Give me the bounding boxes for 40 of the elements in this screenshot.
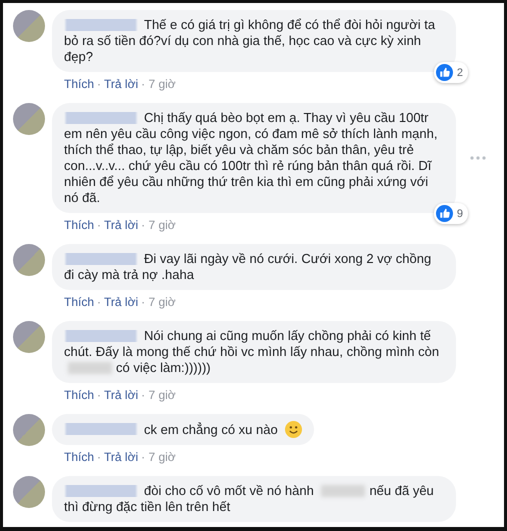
- comment-text: Nói chung ai cũng muốn lấy chồng phải có kinh tế chút. Đấy là mong thế chứ hồi vc mình lấy nhau, chồng mình còn có việc làm:)))))): [64, 328, 440, 376]
- comment-action-link[interactable]: Trả lời: [104, 388, 138, 403]
- comment-meta: ·: [97, 295, 102, 310]
- reaction-badge[interactable]: 2: [434, 62, 468, 83]
- comment-meta: ·: [97, 77, 102, 92]
- avatar-placeholder: [13, 414, 45, 446]
- comment-text: đòi cho cố vô mốt về nó hành nếu đã yêu thì đừng đặc tiền lên trên hết: [64, 483, 435, 515]
- comment-action-link[interactable]: Thích: [64, 295, 94, 310]
- comment-action-link[interactable]: Thích: [64, 450, 94, 465]
- comment-meta: · 7 giờ: [141, 77, 176, 92]
- comment-action-link[interactable]: Trả lời: [104, 218, 138, 233]
- comment-text: ck em chẳng có xu nào: [64, 421, 302, 438]
- comment-action-link[interactable]: Trả lời: [104, 450, 138, 465]
- reaction-count: 2: [456, 66, 463, 80]
- comment-meta: · 7 giờ: [141, 450, 176, 465]
- comment-meta: · 7 giờ: [141, 218, 176, 233]
- comment-action-link[interactable]: Trả lời: [104, 77, 138, 92]
- avatar-placeholder: [13, 10, 45, 42]
- comment-text: Đi vay lãi ngày về nó cưới. Cưới xong 2 vợ chồng đi cày mà trả nợ .haha: [64, 251, 432, 283]
- reaction-badge[interactable]: 9: [434, 203, 468, 224]
- comment-meta: ·: [97, 218, 102, 233]
- comment-meta: · 7 giờ: [141, 295, 176, 310]
- like-icon: [436, 205, 453, 222]
- reaction-count: 9: [456, 206, 463, 222]
- like-icon: [436, 64, 453, 81]
- more-options-icon[interactable]: [470, 156, 486, 160]
- comment-meta: ·: [97, 388, 102, 403]
- avatar-placeholder: [13, 244, 45, 276]
- comment-action-link[interactable]: Thích: [64, 388, 94, 403]
- comment-text: Chị thấy quá bèo bọt em ạ. Thay vì yêu cầu 100tr em nên yêu cầu công việc ngon, có đam mê sở thích lành mạnh, thích thể thao, tự lập, biết yêu và chăm sóc bản thân, yêu trẻ con...v..v... chứ yêu cầu có 100tr thì rẻ rúng bản thân quá rồi. Dĩ nhiên để yêu cầu những thứ trên kia thì em cũng phải xứng với nó đã.: [64, 110, 438, 206]
- smiley-icon: [285, 421, 302, 438]
- comment-action-link[interactable]: Thích: [64, 77, 94, 92]
- avatar-placeholder: [13, 103, 45, 135]
- comment-action-link[interactable]: Trả lời: [104, 295, 138, 310]
- comment-action-link[interactable]: Thích: [64, 218, 94, 233]
- comment-text: Thế e có giá trị gì không để có thể đòi hỏi người ta bỏ ra số tiền đó?ví dụ con nhà gia thế, học cao và cực kỳ xinh đẹp?: [64, 17, 436, 65]
- avatar-placeholder: [13, 476, 45, 508]
- avatar-placeholder: [13, 321, 45, 353]
- comment-meta: ·: [97, 450, 102, 465]
- comment-meta: · 7 giờ: [141, 388, 176, 403]
